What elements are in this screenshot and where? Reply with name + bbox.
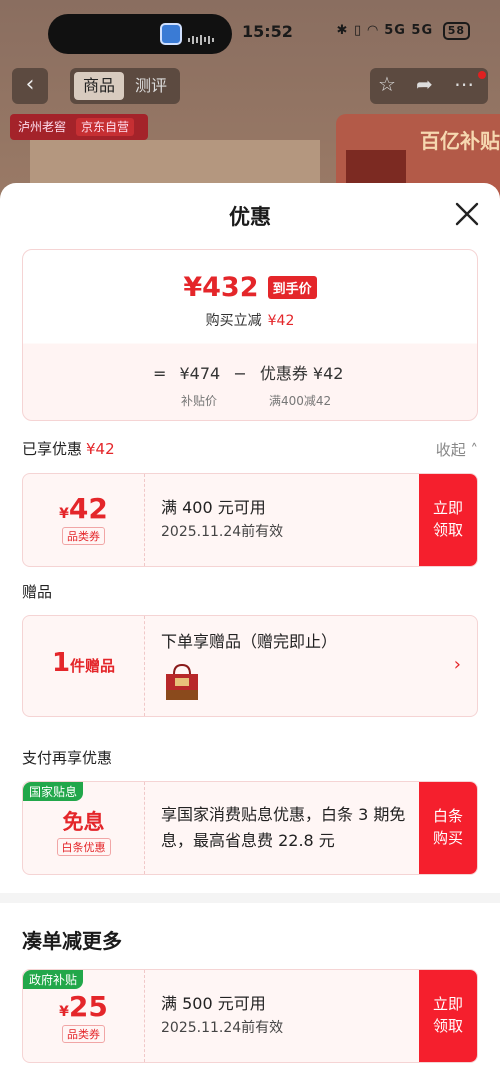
gift-count: 1件赠品 — [23, 616, 145, 716]
collapse-button[interactable]: 收起 ˄ — [436, 439, 478, 460]
more-icon[interactable]: ⋯ — [454, 72, 474, 96]
back-button[interactable]: ‹ — [12, 68, 48, 104]
audio-wave-icon — [188, 29, 222, 45]
notification-dot — [478, 71, 486, 79]
app-icon — [160, 23, 182, 45]
price-summary-card: ¥432 到手价 购买立减 ¥42 = ¥474 − 优惠券 ¥42 补贴价 满4… — [22, 249, 478, 421]
coupon-validity: 2025.11.24前有效 — [161, 524, 284, 540]
coupon2-validity: 2025.11.24前有效 — [161, 1020, 284, 1036]
more-discount-title: 凑单减更多 — [22, 929, 122, 953]
discount-sheet: 优惠 ¥432 到手价 购买立减 ¥42 = ¥474 − 优惠券 ¥42 补贴价… — [0, 183, 500, 1085]
coupon-formula: 优惠券 ¥42 — [259, 364, 344, 383]
nav-actions: ☆ ➦ ⋯ — [370, 68, 488, 104]
formula-minus: − — [233, 364, 247, 383]
coupon-rule: 满400减42 — [269, 394, 332, 408]
government-coupon-card: 政府补贴 ¥25 品类券 满 500 元可用 2025.11.24前有效 立即领… — [22, 969, 478, 1063]
reduce-row: 购买立减 ¥42 — [23, 310, 477, 330]
chevron-right-icon: › — [453, 654, 461, 675]
coupon-condition: 满 400 元可用 — [161, 498, 266, 517]
final-price: ¥432 — [183, 272, 259, 303]
gift-section-label: 赠品 — [22, 583, 53, 601]
gift-title: 下单享赠品（赠完即止） — [161, 632, 338, 651]
coupon-type-tag: 品类券 — [62, 527, 105, 545]
tab-product[interactable]: 商品 — [74, 72, 124, 100]
enjoyed-discount-header: 已享优惠 ¥42 — [22, 438, 115, 459]
close-icon[interactable] — [454, 201, 480, 227]
status-bar: 15:52 ✱ ▯ ◠ 5G 5G 58 — [0, 0, 500, 62]
gift-count-number: 1 — [51, 648, 71, 678]
tab-review[interactable]: 测评 — [126, 72, 176, 100]
final-price-row: ¥432 到手价 — [23, 272, 477, 303]
section-divider — [0, 893, 500, 903]
background-app: 15:52 ✱ ▯ ◠ 5G 5G 58 ‹ 商品 测评 ☆ ➦ ⋯ 泸州老窖京… — [0, 0, 500, 204]
wifi-icon: ◠ — [367, 23, 379, 38]
top-nav: ‹ 商品 测评 ☆ ➦ ⋯ — [0, 68, 500, 108]
category-coupon-card: ¥42 品类券 满 400 元可用 2025.11.24前有效 立即 领取 — [22, 473, 478, 567]
gift-details: 下单享赠品（赠完即止） — [161, 630, 337, 654]
claim-coupon2-button[interactable]: 立即 领取 — [419, 970, 477, 1062]
baitiao-value: 免息 白条优惠 — [23, 782, 145, 874]
pay-section-label: 支付再享优惠 — [22, 749, 113, 767]
subsidy-label: 补贴价 — [181, 394, 218, 408]
price-formula: = ¥474 − 优惠券 ¥42 — [153, 360, 351, 384]
vibrate-icon: ▯ — [353, 23, 363, 38]
interest-free-label: 免息 — [62, 810, 105, 834]
bluetooth-icon: ✱ — [336, 23, 349, 38]
dynamic-island — [48, 14, 232, 54]
final-price-badge: 到手价 — [267, 276, 317, 299]
subsidy-price: ¥474 — [179, 364, 221, 383]
gift-bag-image — [166, 663, 198, 700]
gift-count-unit: 件赠品 — [70, 657, 116, 675]
status-time: 15:52 — [242, 22, 293, 41]
system-icons: ✱ ▯ ◠ 5G 5G 58 — [337, 22, 470, 40]
coupon-details: 满 400 元可用 2025.11.24前有效 — [161, 496, 283, 544]
coupon2-amount: ¥25 — [59, 990, 108, 1023]
coupon2-type-tag: 品类券 — [62, 1025, 105, 1043]
reduce-amount: ¥42 — [267, 313, 295, 329]
brand-tag: 泸州老窖 京东自营 — [10, 114, 148, 140]
coupon-value: ¥42 品类券 — [23, 474, 145, 566]
star-icon[interactable]: ☆ — [378, 72, 396, 96]
coupon2-details: 满 500 元可用 2025.11.24前有效 — [161, 992, 283, 1040]
claim-coupon-button[interactable]: 立即 领取 — [419, 474, 477, 566]
coupon-amount: ¥42 — [59, 492, 108, 525]
reduce-label: 购买立减 — [205, 313, 262, 329]
chevron-up-icon: ˄ — [470, 441, 479, 459]
baitiao-details: 享国家消费贴息优惠，白条 3 期免息，最高省息费 22.8 元 — [161, 805, 406, 850]
coupon2-value: ¥25 品类券 — [23, 970, 145, 1062]
nav-tabs: 商品 测评 — [70, 68, 180, 104]
signal-icon: 5G 5G — [384, 23, 434, 38]
gift-card[interactable]: 1件赠品 下单享赠品（赠完即止） › — [22, 615, 478, 717]
enjoyed-label: 已享优惠 — [22, 440, 83, 458]
coupon2-condition: 满 500 元可用 — [161, 994, 266, 1013]
formula-equals: = — [153, 364, 167, 383]
baitiao-tag: 白条优惠 — [56, 838, 111, 856]
share-icon[interactable]: ➦ — [416, 72, 433, 96]
promo-banner-text: 百亿补贴 — [420, 129, 500, 153]
baitiao-buy-button[interactable]: 白条 购买 — [419, 782, 477, 874]
battery-icon: 58 — [442, 22, 470, 40]
baitiao-coupon-card: 国家贴息 免息 白条优惠 享国家消费贴息优惠，白条 3 期免息，最高省息费 22… — [22, 781, 478, 875]
enjoyed-amount: ¥42 — [86, 440, 115, 458]
sheet-title: 优惠 — [229, 205, 271, 229]
